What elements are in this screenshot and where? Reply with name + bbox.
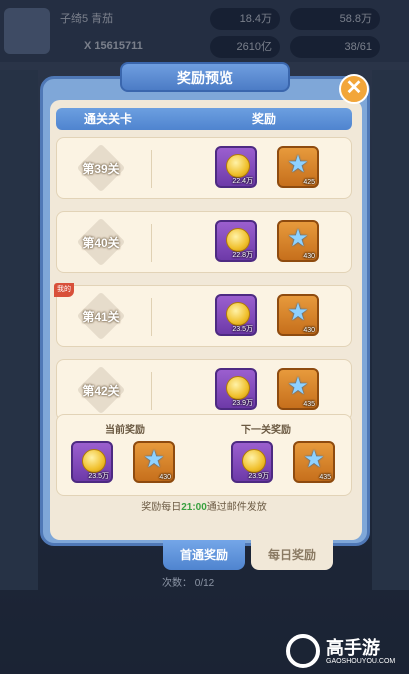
stage-badge: 第39关 <box>71 142 131 194</box>
stage-label: 第40关 <box>82 236 120 250</box>
gold-coin-icon <box>82 449 106 473</box>
watermark: 高手游 GAOSHOUYOU.COM <box>286 634 406 674</box>
gold-qty: 23.5万 <box>88 473 109 480</box>
star-qty: 430 <box>159 474 171 481</box>
close-icon: ✕ <box>345 77 363 99</box>
gold-coin-icon <box>226 302 250 326</box>
tab-daily[interactable]: 每日奖励 <box>251 540 333 570</box>
star-qty: 430 <box>303 253 315 260</box>
gold-qty: 23.9万 <box>248 473 269 480</box>
reward-row: 第40关 22.8万 ★ 430 <box>56 211 352 273</box>
notice-time: 21:00 <box>181 502 207 513</box>
tab-first-clear[interactable]: 首通奖励 <box>163 540 245 570</box>
current-star-reward[interactable]: ★ 430 <box>133 441 175 483</box>
gold-coin-icon <box>226 154 250 178</box>
gold-qty: 22.8万 <box>232 252 253 259</box>
stage-badge: 第40关 <box>71 216 131 268</box>
gold-coin-icon <box>226 228 250 252</box>
gold-coin-icon <box>242 449 266 473</box>
current-reward-label: 当前奖励 <box>105 425 145 436</box>
reward-row: 第39关 22.4万 ★ 425 <box>56 137 352 199</box>
row-divider <box>151 224 152 262</box>
star-icon: ★ <box>287 373 309 400</box>
row-divider <box>151 372 152 410</box>
star-qty: 435 <box>303 401 315 408</box>
stage-badge: 第41关 <box>71 290 131 342</box>
row-divider <box>151 150 152 188</box>
mail-notice: 奖励每日21:00通过邮件发放 <box>56 498 352 513</box>
gold-reward[interactable]: 22.8万 <box>215 220 257 262</box>
next-reward-label: 下一关奖励 <box>241 425 291 436</box>
star-icon: ★ <box>303 446 325 473</box>
stage-label: 第39关 <box>82 162 120 176</box>
column-header: 通关关卡 奖励 <box>56 108 352 130</box>
gold-reward[interactable]: 22.4万 <box>215 146 257 188</box>
row-divider <box>151 298 152 336</box>
stage-label: 第42关 <box>82 384 120 398</box>
gold-coin-icon <box>226 376 250 400</box>
next-star-reward[interactable]: ★ 435 <box>293 441 335 483</box>
attempts-counter: 次数： 0/12 <box>162 578 215 589</box>
star-qty: 425 <box>303 179 315 186</box>
star-qty: 435 <box>319 474 331 481</box>
gold-reward[interactable]: 23.9万 <box>215 368 257 410</box>
star-reward[interactable]: ★ 430 <box>277 220 319 262</box>
gold-reward[interactable]: 23.5万 <box>215 294 257 336</box>
stage-badge: 第42关 <box>71 364 131 416</box>
notice-prefix: 奖励每日 <box>141 502 182 513</box>
dialog-title: 奖励预览 <box>120 62 290 92</box>
brand-logo-icon <box>286 634 320 668</box>
star-icon: ★ <box>287 225 309 252</box>
current-gold-reward[interactable]: 23.5万 <box>71 441 113 483</box>
gold-qty: 23.5万 <box>232 326 253 333</box>
col-reward-label: 奖励 <box>252 112 277 126</box>
notice-suffix: 通过邮件发放 <box>206 502 267 513</box>
brand-url: GAOSHOUYOU.COM <box>326 658 396 665</box>
col-stage-label: 通关关卡 <box>84 112 133 126</box>
brand-name: 高手游 <box>326 638 380 658</box>
stage-label: 第41关 <box>82 310 120 324</box>
star-qty: 430 <box>303 327 315 334</box>
close-button[interactable]: ✕ <box>339 74 369 104</box>
star-icon: ★ <box>287 151 309 178</box>
gold-qty: 23.9万 <box>232 400 253 407</box>
star-reward[interactable]: ★ 425 <box>277 146 319 188</box>
reward-row: 第42关 23.9万 ★ 435 <box>56 359 352 421</box>
star-reward[interactable]: ★ 430 <box>277 294 319 336</box>
star-reward[interactable]: ★ 435 <box>277 368 319 410</box>
reward-summary: 当前奖励 下一关奖励 23.5万 ★ 430 23.9万 ★ 435 <box>56 414 352 496</box>
gold-qty: 22.4万 <box>232 178 253 185</box>
star-icon: ★ <box>287 299 309 326</box>
reward-row: 我的 第41关 23.5万 ★ 430 <box>54 283 352 347</box>
next-gold-reward[interactable]: 23.9万 <box>231 441 273 483</box>
star-icon: ★ <box>143 446 165 473</box>
